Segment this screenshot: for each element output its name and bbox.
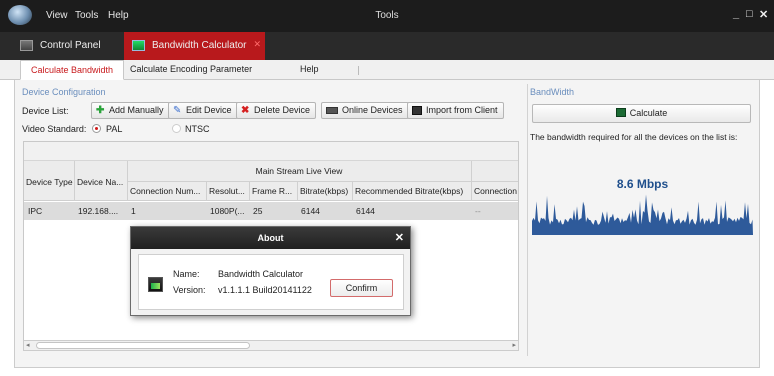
about-dialog: About ✕ Name: Bandwidth Calculator Versi… xyxy=(130,226,411,316)
bandwidth-value: 8.6 Mbps xyxy=(616,177,669,191)
col-device-name-header[interactable]: Device Na... xyxy=(77,177,127,187)
bandwidth-pane: BandWidth Calculate The bandwidth requir… xyxy=(527,84,755,356)
tab-calculate-bandwidth[interactable]: Calculate Bandwidth xyxy=(20,60,125,80)
edit-device-label: Edit Device xyxy=(186,105,232,115)
title-bar: View Tools Help Tools _ □ ✕ xyxy=(0,0,774,32)
delete-device-button[interactable]: ✖ Delete Device xyxy=(236,102,317,119)
edit-device-button[interactable]: ✎ Edit Device xyxy=(168,102,238,119)
online-devices-label: Online Devices xyxy=(342,105,403,115)
main-stream-group-header: Main Stream Live View xyxy=(255,166,343,176)
scrollbar-thumb[interactable] xyxy=(36,342,250,349)
close-tab-icon[interactable]: ✕ xyxy=(253,30,261,58)
cell-device-name: 192.168.... xyxy=(78,206,119,216)
minimize-button[interactable]: _ xyxy=(733,8,739,20)
device-list-label: Device List: xyxy=(22,106,69,116)
dialog-header: About ✕ xyxy=(131,227,410,249)
dialog-body: Name: Bandwidth Calculator Version: v1.1… xyxy=(138,254,404,310)
add-manually-button[interactable]: ✚ Add Manually xyxy=(91,102,170,119)
add-icon: ✚ xyxy=(96,105,105,116)
ntsc-radio[interactable] xyxy=(172,124,181,133)
col-bitrate-header[interactable]: Bitrate(kbps) xyxy=(300,186,352,196)
import-icon xyxy=(412,106,422,115)
horizontal-scrollbar[interactable]: ◂ ▸ xyxy=(23,340,519,351)
tab-label: Control Panel xyxy=(40,40,101,51)
pal-radio[interactable] xyxy=(92,124,101,133)
dialog-title: About xyxy=(257,233,284,243)
version-label: Version: xyxy=(173,285,206,295)
col-device-type-header[interactable]: Device Type xyxy=(26,177,74,187)
close-window-button[interactable]: ✕ xyxy=(759,8,768,21)
bandwidth-title: BandWidth xyxy=(530,87,575,97)
sub-tab-bar: Calculate Bandwidth Calculate Encoding P… xyxy=(0,60,774,80)
tab-calculate-encoding-parameter[interactable]: Calculate Encoding Parameter xyxy=(120,60,262,80)
maximize-button[interactable]: □ xyxy=(746,8,753,20)
cell-frame-rate: 25 xyxy=(253,206,263,216)
tab-control-panel[interactable]: Control Panel xyxy=(12,32,117,60)
version-value: v1.1.1.1 Build20141122 xyxy=(218,285,312,295)
table-top-band xyxy=(24,142,518,161)
table-header: Device Type Device Na... Main Stream Liv… xyxy=(24,161,518,201)
calculate-label: Calculate xyxy=(629,108,668,118)
bandwidth-calculator-icon xyxy=(132,40,145,51)
col-frame-rate-header[interactable]: Frame R... xyxy=(252,186,297,196)
scroll-left-icon[interactable]: ◂ xyxy=(26,341,30,349)
calculate-button[interactable]: Calculate xyxy=(532,104,751,123)
tab-divider xyxy=(358,66,359,75)
tab-label: Bandwidth Calculator xyxy=(152,40,247,51)
col-resolution-header[interactable]: Resolut... xyxy=(209,186,249,196)
ntsc-label: NTSC xyxy=(185,124,210,134)
video-standard-label: Video Standard: xyxy=(22,124,87,134)
cell-connection-num: 1 xyxy=(131,206,136,216)
cell-device-type: IPC xyxy=(28,206,43,216)
cell-connection: -- xyxy=(475,206,481,216)
close-dialog-icon[interactable]: ✕ xyxy=(395,231,404,244)
cell-resolution: 1080P(... xyxy=(210,206,245,216)
tab-help[interactable]: Help xyxy=(290,60,329,80)
cell-bitrate: 6144 xyxy=(301,206,320,216)
window-title: Tools xyxy=(375,10,399,21)
online-devices-button[interactable]: Online Devices xyxy=(321,102,409,119)
edit-pencil-icon: ✎ xyxy=(173,105,182,116)
delete-x-icon: ✖ xyxy=(241,105,250,116)
online-devices-icon xyxy=(326,107,338,114)
name-label: Name: xyxy=(173,269,200,279)
scroll-right-icon[interactable]: ▸ xyxy=(512,341,516,349)
calculate-icon xyxy=(615,108,626,117)
confirm-button[interactable]: Confirm xyxy=(330,279,393,297)
pal-label: PAL xyxy=(106,124,123,134)
bandwidth-calculator-icon xyxy=(148,277,163,292)
tab-bandwidth-calculator[interactable]: Bandwidth Calculator ✕ xyxy=(124,32,265,60)
col-connection-num-header[interactable]: Connection Num... xyxy=(130,186,206,196)
name-value: Bandwidth Calculator xyxy=(218,269,304,279)
bandwidth-description: The bandwidth required for all the devic… xyxy=(530,132,738,142)
device-config-title: Device Configuration xyxy=(22,87,106,97)
app-tab-bar: Control Panel Bandwidth Calculator ✕ xyxy=(0,32,774,60)
bandwidth-graph: 8.6 Mbps xyxy=(532,177,753,235)
add-manually-label: Add Manually xyxy=(109,105,164,115)
table-row[interactable]: IPC 192.168.... 1 1080P(... 25 6144 6144… xyxy=(24,202,518,220)
import-from-client-label: Import from Client xyxy=(426,105,498,115)
col-recommended-bitrate-header[interactable]: Recommended Bitrate(kbps) xyxy=(355,186,471,196)
control-panel-icon xyxy=(20,40,33,51)
import-from-client-button[interactable]: Import from Client xyxy=(407,102,504,119)
delete-device-label: Delete Device xyxy=(254,105,311,115)
cell-recommended-bitrate: 6144 xyxy=(356,206,375,216)
main-panel: Device Configuration Device List: ✚ Add … xyxy=(14,80,760,368)
col-connection-header[interactable]: Connection xyxy=(474,186,518,196)
